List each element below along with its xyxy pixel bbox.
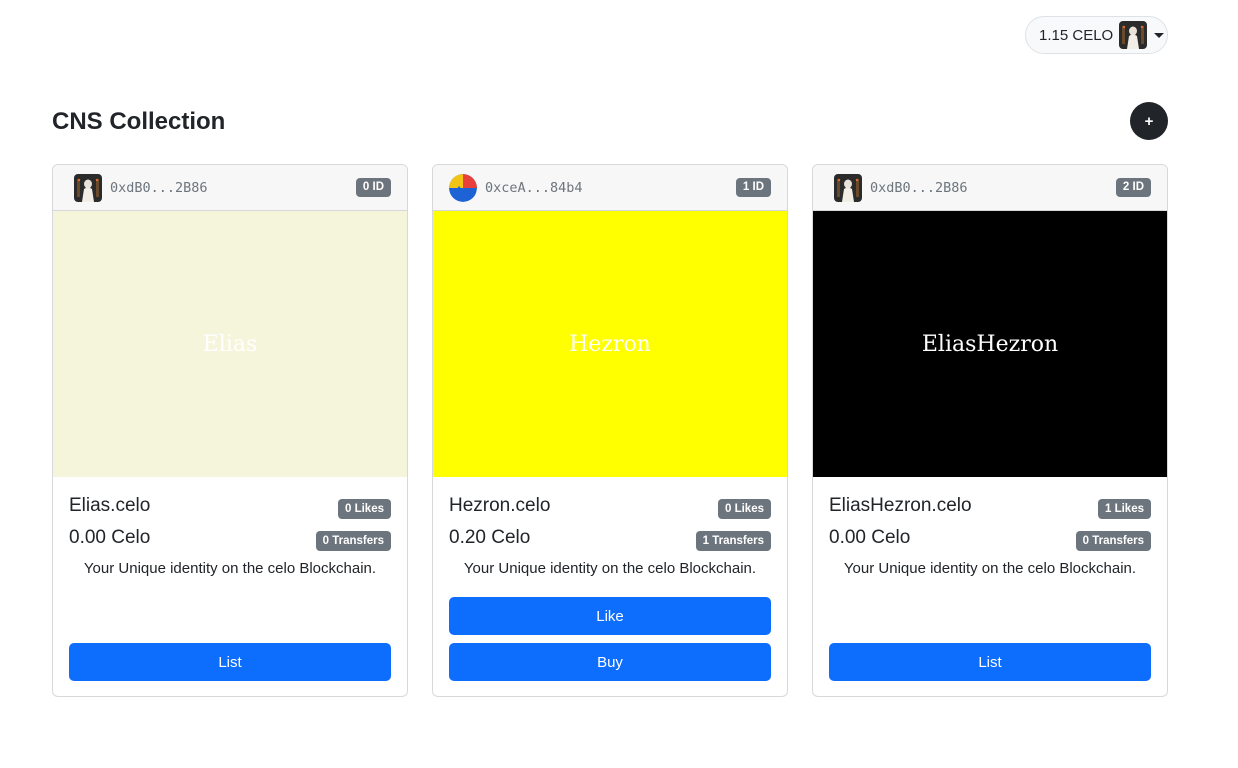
likes-badge: 0 Likes [338,499,391,519]
card-header: 0xdB0...2B86 2 ID [813,165,1167,211]
nft-image: Hezron [433,211,787,477]
like-button[interactable]: Like [449,597,771,635]
nft-name: EliasHezron.celo [829,495,972,516]
nft-card: 0xceA...84b4 1 ID Hezron Hezron.celo 0 L… [432,164,788,697]
owner-address[interactable]: 0xdB0...2B86 [870,180,968,196]
owner-avatar [449,173,477,202]
nft-card: 0xdB0...2B86 0 ID Elias Elias.celo 0 Lik… [52,164,408,697]
nft-image-text: Elias [202,331,258,357]
owner-avatar [834,173,862,202]
nft-card: 0xdB0...2B86 2 ID EliasHezron EliasHezro… [812,164,1168,697]
transfers-badge: 1 Transfers [695,531,771,551]
nft-description: Your Unique identity on the celo Blockch… [83,560,377,577]
nft-image: EliasHezron [813,211,1167,477]
card-header: 0xceA...84b4 1 ID [433,165,787,211]
likes-badge: 0 Likes [718,499,771,519]
list-button[interactable]: List [829,643,1151,681]
account-avatar [1119,21,1148,49]
nft-image-text: EliasHezron [921,331,1059,357]
add-nft-button[interactable]: + [1130,102,1168,140]
card-header: 0xdB0...2B86 0 ID [53,165,407,211]
list-button[interactable]: List [69,643,391,681]
nft-description: Your Unique identity on the celo Blockch… [463,560,757,577]
owner-address[interactable]: 0xceA...84b4 [485,180,583,196]
transfers-badge: 0 Transfers [1075,531,1151,551]
nft-price: 0.00 Celo [829,527,911,548]
likes-badge: 1 Likes [1098,499,1151,519]
id-badge: 2 ID [1115,178,1151,197]
transfers-badge: 0 Transfers [315,531,391,551]
card-body: EliasHezron.celo 1 Likes 0.00 Celo 0 Tra… [813,477,1167,696]
id-badge: 1 ID [735,178,771,197]
card-body: Elias.celo 0 Likes 0.00 Celo 0 Transfers… [53,477,407,696]
nft-price: 0.00 Celo [69,527,151,548]
nft-image-text: Hezron [569,331,651,357]
nft-name: Hezron.celo [449,495,551,516]
chevron-down-icon [1154,32,1165,38]
owner-avatar [74,173,102,202]
nft-name: Elias.celo [69,495,151,516]
id-badge: 0 ID [355,178,391,197]
wallet-balance: 1.15 CELO [1039,26,1114,44]
page-title: CNS Collection [52,108,226,135]
nft-description: Your Unique identity on the celo Blockch… [843,560,1137,577]
card-body: Hezron.celo 0 Likes 0.20 Celo 1 Transfer… [433,477,787,696]
nft-image: Elias [53,211,407,477]
wallet-dropdown[interactable]: 1.15 CELO [1025,16,1168,54]
owner-address[interactable]: 0xdB0...2B86 [110,180,208,196]
nft-price: 0.20 Celo [449,527,531,548]
buy-button[interactable]: Buy [449,643,771,681]
